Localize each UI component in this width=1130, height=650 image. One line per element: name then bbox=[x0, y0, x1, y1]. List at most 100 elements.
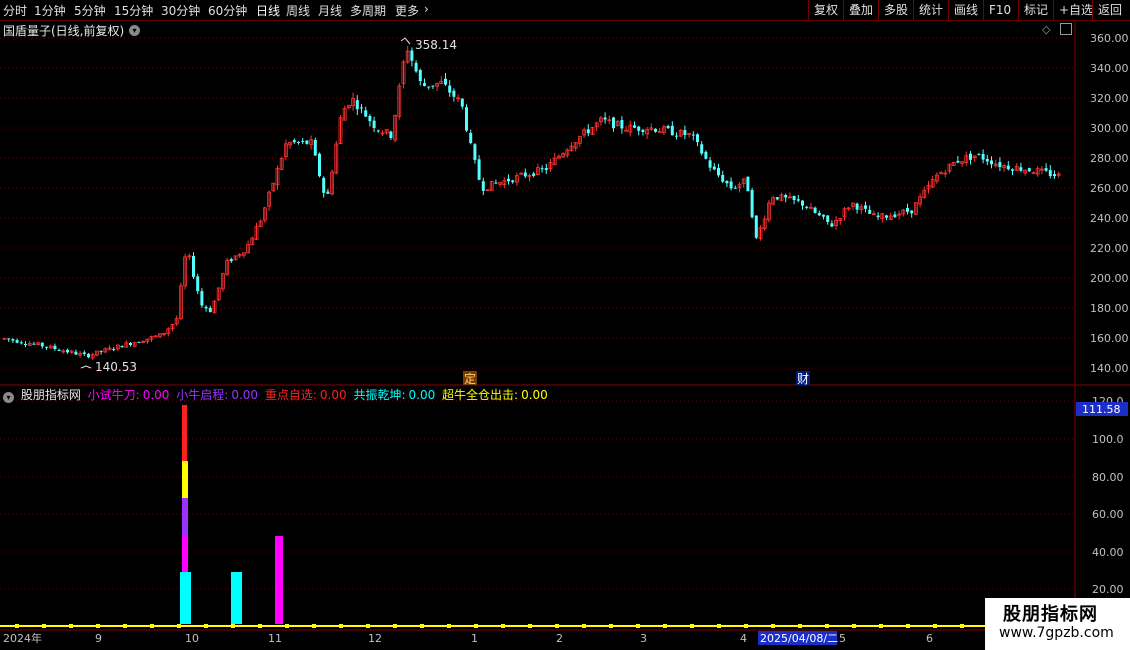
candle-body bbox=[107, 347, 112, 351]
candle-body bbox=[868, 209, 872, 214]
baseline-dot bbox=[582, 624, 586, 628]
period-tab-60min[interactable]: 60分钟 bbox=[208, 2, 247, 19]
candle-body bbox=[376, 130, 380, 132]
candle-body bbox=[880, 213, 885, 219]
candle-body bbox=[74, 351, 78, 355]
candle-body bbox=[637, 126, 641, 131]
candle-body bbox=[834, 219, 838, 227]
adjust-button[interactable]: 复权 bbox=[808, 0, 843, 20]
price-tick: 340.00 bbox=[1090, 62, 1129, 75]
f10-button[interactable]: F10 bbox=[983, 0, 1016, 20]
cursor-value-box bbox=[1076, 402, 1128, 416]
baseline-dot bbox=[609, 624, 613, 628]
candle-body bbox=[578, 136, 582, 144]
candle-body bbox=[641, 129, 645, 133]
candle-body bbox=[532, 173, 536, 176]
candle-body bbox=[721, 175, 725, 182]
baseline-dot bbox=[636, 624, 640, 628]
candle-body bbox=[24, 343, 27, 345]
period-tab-tick[interactable]: 分时 bbox=[3, 2, 27, 19]
window-toggle-icon[interactable] bbox=[1060, 23, 1072, 35]
draw-line-button[interactable]: 画线 bbox=[948, 0, 983, 20]
candle-body bbox=[355, 100, 359, 110]
candle-body bbox=[901, 209, 906, 215]
period-tab-5min[interactable]: 5分钟 bbox=[74, 2, 106, 19]
candle-body bbox=[918, 196, 922, 205]
candle-body bbox=[166, 328, 171, 334]
candle-body bbox=[838, 218, 843, 222]
period-toolbar: 分时 1分钟 5分钟 15分钟 30分钟 60分钟 日线 周线 月线 多周期 更… bbox=[0, 0, 1130, 21]
candle-body bbox=[784, 194, 788, 198]
candle-body bbox=[279, 158, 284, 170]
candle-body bbox=[654, 128, 657, 132]
stats-button[interactable]: 统计 bbox=[913, 0, 948, 20]
date-label: 10 bbox=[185, 632, 199, 645]
candle-body bbox=[951, 161, 956, 166]
candle-body bbox=[876, 215, 880, 218]
date-label: 11 bbox=[268, 632, 282, 645]
period-tab-1min[interactable]: 1分钟 bbox=[34, 2, 66, 19]
baseline-dot bbox=[123, 624, 127, 628]
candle-body bbox=[237, 254, 242, 257]
period-tab-more[interactable]: 更多 bbox=[395, 2, 419, 19]
candle-body bbox=[939, 172, 943, 175]
event-mark-cai-bg[interactable] bbox=[796, 371, 810, 385]
diamond-icon[interactable]: ◇ bbox=[1042, 23, 1050, 36]
overlay-button[interactable]: 叠加 bbox=[843, 0, 878, 20]
low-price-label: 140.53 bbox=[95, 360, 137, 374]
candle-body bbox=[27, 343, 32, 346]
candle-body bbox=[204, 306, 208, 309]
event-mark-ding-bg[interactable] bbox=[463, 371, 477, 385]
candle-body bbox=[444, 78, 447, 85]
candle-body bbox=[153, 335, 158, 338]
chevron-down-icon[interactable]: ▾ bbox=[3, 392, 14, 403]
candle-body bbox=[19, 342, 23, 344]
period-tab-daily[interactable]: 日线 bbox=[256, 2, 280, 19]
baseline-dot bbox=[879, 624, 883, 628]
baseline-dot bbox=[852, 624, 856, 628]
event-mark-cai[interactable]: 财 bbox=[797, 372, 809, 386]
candle-body bbox=[90, 354, 95, 359]
price-tick: 220.00 bbox=[1090, 242, 1129, 255]
candle-body bbox=[998, 162, 1002, 168]
indicator-item-value: 0.00 bbox=[408, 388, 436, 402]
date-label: 2 bbox=[556, 632, 563, 645]
event-mark-ding[interactable]: 定 bbox=[464, 371, 476, 386]
chevron-down-icon[interactable]: ▾ bbox=[129, 25, 140, 36]
indicator-name[interactable]: 股朋指标网 bbox=[21, 388, 81, 402]
candle-body bbox=[519, 172, 523, 175]
candle-body bbox=[220, 273, 225, 290]
candle-body bbox=[473, 144, 477, 160]
candle-body bbox=[423, 83, 426, 86]
candle-body bbox=[1048, 170, 1052, 177]
candle-body bbox=[1031, 172, 1036, 175]
price-tick: 280.00 bbox=[1090, 152, 1129, 165]
back-button[interactable]: 返回 bbox=[1092, 0, 1127, 20]
period-tab-weekly[interactable]: 周线 bbox=[286, 2, 310, 19]
candle-body bbox=[666, 125, 670, 129]
candle-body bbox=[758, 227, 763, 239]
candle-body bbox=[2, 337, 7, 340]
candlesticks bbox=[2, 45, 1061, 361]
date-label: 2024年 bbox=[3, 631, 42, 645]
candle-body bbox=[485, 189, 490, 192]
period-tab-monthly[interactable]: 月线 bbox=[318, 2, 342, 19]
candle-body bbox=[620, 120, 624, 129]
baseline-dot bbox=[798, 624, 802, 628]
candle-body bbox=[536, 167, 540, 175]
multi-stock-button[interactable]: 多股 bbox=[878, 0, 913, 20]
candle-body bbox=[750, 190, 754, 218]
candle-body bbox=[573, 142, 578, 149]
candle-body bbox=[481, 181, 485, 191]
mark-button[interactable]: 标记 bbox=[1018, 0, 1053, 20]
candle-body bbox=[527, 175, 532, 178]
period-tab-15min[interactable]: 15分钟 bbox=[114, 2, 153, 19]
candle-body bbox=[477, 159, 481, 180]
chevron-right-icon[interactable]: › bbox=[424, 2, 429, 16]
candle-body bbox=[393, 114, 398, 141]
candle-body bbox=[141, 341, 146, 344]
period-tab-multi[interactable]: 多周期 bbox=[350, 2, 386, 19]
candle-body bbox=[66, 349, 69, 353]
period-tab-30min[interactable]: 30分钟 bbox=[161, 2, 200, 19]
candle-body bbox=[842, 208, 847, 218]
